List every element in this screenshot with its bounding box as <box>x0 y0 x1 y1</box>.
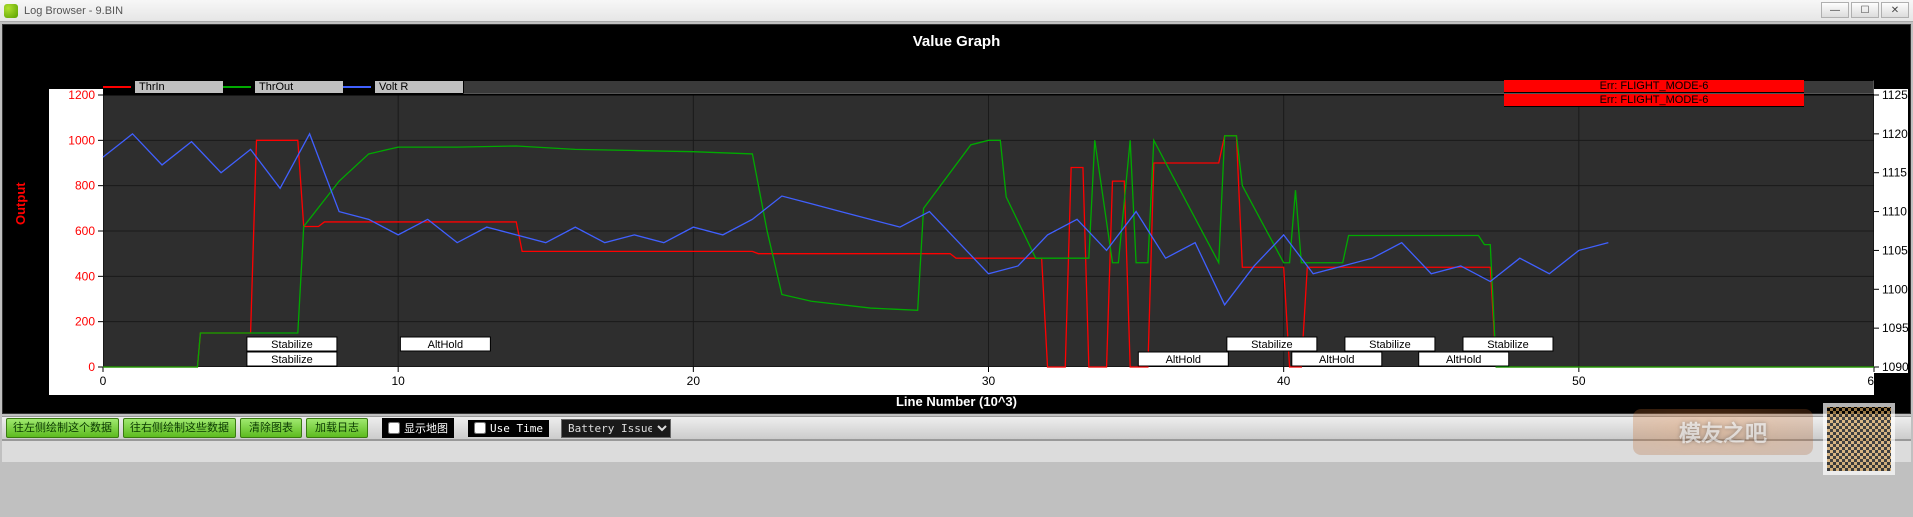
svg-text:1115: 1115 <box>1882 166 1907 180</box>
app-icon <box>4 4 18 18</box>
svg-text:600: 600 <box>75 224 95 238</box>
chart-svg[interactable]: 0200400600800100012000200400600800100012… <box>3 67 1910 415</box>
svg-text:AltHold: AltHold <box>428 339 463 351</box>
svg-text:1000: 1000 <box>68 133 95 147</box>
window-controls: — ☐ ✕ <box>1821 2 1909 18</box>
svg-text:Stabilize: Stabilize <box>1251 339 1293 351</box>
use-time-label: Use Time <box>490 422 543 435</box>
svg-text:1090: 1090 <box>1882 360 1909 374</box>
clear-chart-button[interactable]: 清除图表 <box>240 418 302 438</box>
svg-text:1105: 1105 <box>1882 243 1908 257</box>
svg-text:50: 50 <box>1572 374 1586 388</box>
svg-text:0: 0 <box>88 360 95 374</box>
error-banners: Err: FLIGHT_MODE-6 Err: FLIGHT_MODE-6 <box>1504 80 1874 107</box>
svg-text:1120: 1120 <box>1882 127 1908 141</box>
data-grid-header[interactable] <box>2 440 1911 462</box>
svg-text:400: 400 <box>75 269 95 283</box>
toolbar: 往左侧绘制这个数据 往右侧绘制这些数据 清除图表 加载日志 显示地图 Use T… <box>2 416 1911 440</box>
svg-text:0: 0 <box>100 374 107 388</box>
svg-text:30: 30 <box>982 374 996 388</box>
use-time-input[interactable] <box>474 422 486 434</box>
svg-text:40: 40 <box>1277 374 1291 388</box>
svg-text:1100: 1100 <box>1882 282 1908 296</box>
chart-title: Value Graph <box>3 25 1910 52</box>
svg-text:AltHold: AltHold <box>1319 354 1354 366</box>
error-banner: Err: FLIGHT_MODE-6 <box>1504 94 1804 107</box>
minimize-button[interactable]: — <box>1821 2 1849 18</box>
window-titlebar: Log Browser - 9.BIN — ☐ ✕ <box>0 0 1913 22</box>
svg-text:Stabilize: Stabilize <box>271 354 313 366</box>
svg-text:Stabilize: Stabilize <box>271 339 313 351</box>
svg-text:60: 60 <box>1867 374 1881 388</box>
svg-text:AltHold: AltHold <box>1446 354 1481 366</box>
use-time-checkbox[interactable]: Use Time <box>468 420 549 437</box>
plot-right-button[interactable]: 往右侧绘制这些数据 <box>123 418 236 438</box>
svg-text:1110: 1110 <box>1882 205 1907 219</box>
analysis-select[interactable]: Battery Issues <box>561 419 671 438</box>
svg-text:Stabilize: Stabilize <box>1487 339 1529 351</box>
svg-text:800: 800 <box>75 179 95 193</box>
show-map-input[interactable] <box>388 422 400 434</box>
close-button[interactable]: ✕ <box>1881 2 1909 18</box>
chart-panel: Value Graph Output Line Number (10^3) Th… <box>2 24 1911 414</box>
svg-text:10: 10 <box>391 374 405 388</box>
show-map-label: 显示地图 <box>404 420 448 436</box>
svg-text:1095: 1095 <box>1882 321 1909 335</box>
svg-text:AltHold: AltHold <box>1166 354 1201 366</box>
analysis-select-wrap: Battery Issues <box>561 419 671 438</box>
maximize-button[interactable]: ☐ <box>1851 2 1879 18</box>
window-title: Log Browser - 9.BIN <box>24 5 123 17</box>
svg-text:1125: 1125 <box>1882 88 1908 102</box>
load-log-button[interactable]: 加载日志 <box>306 418 368 438</box>
error-banner: Err: FLIGHT_MODE-6 <box>1504 80 1804 93</box>
svg-text:1200: 1200 <box>68 88 95 102</box>
svg-text:Stabilize: Stabilize <box>1369 339 1411 351</box>
svg-text:200: 200 <box>75 315 95 329</box>
plot-left-button[interactable]: 往左侧绘制这个数据 <box>6 418 119 438</box>
show-map-checkbox[interactable]: 显示地图 <box>382 418 454 438</box>
svg-text:20: 20 <box>687 374 701 388</box>
